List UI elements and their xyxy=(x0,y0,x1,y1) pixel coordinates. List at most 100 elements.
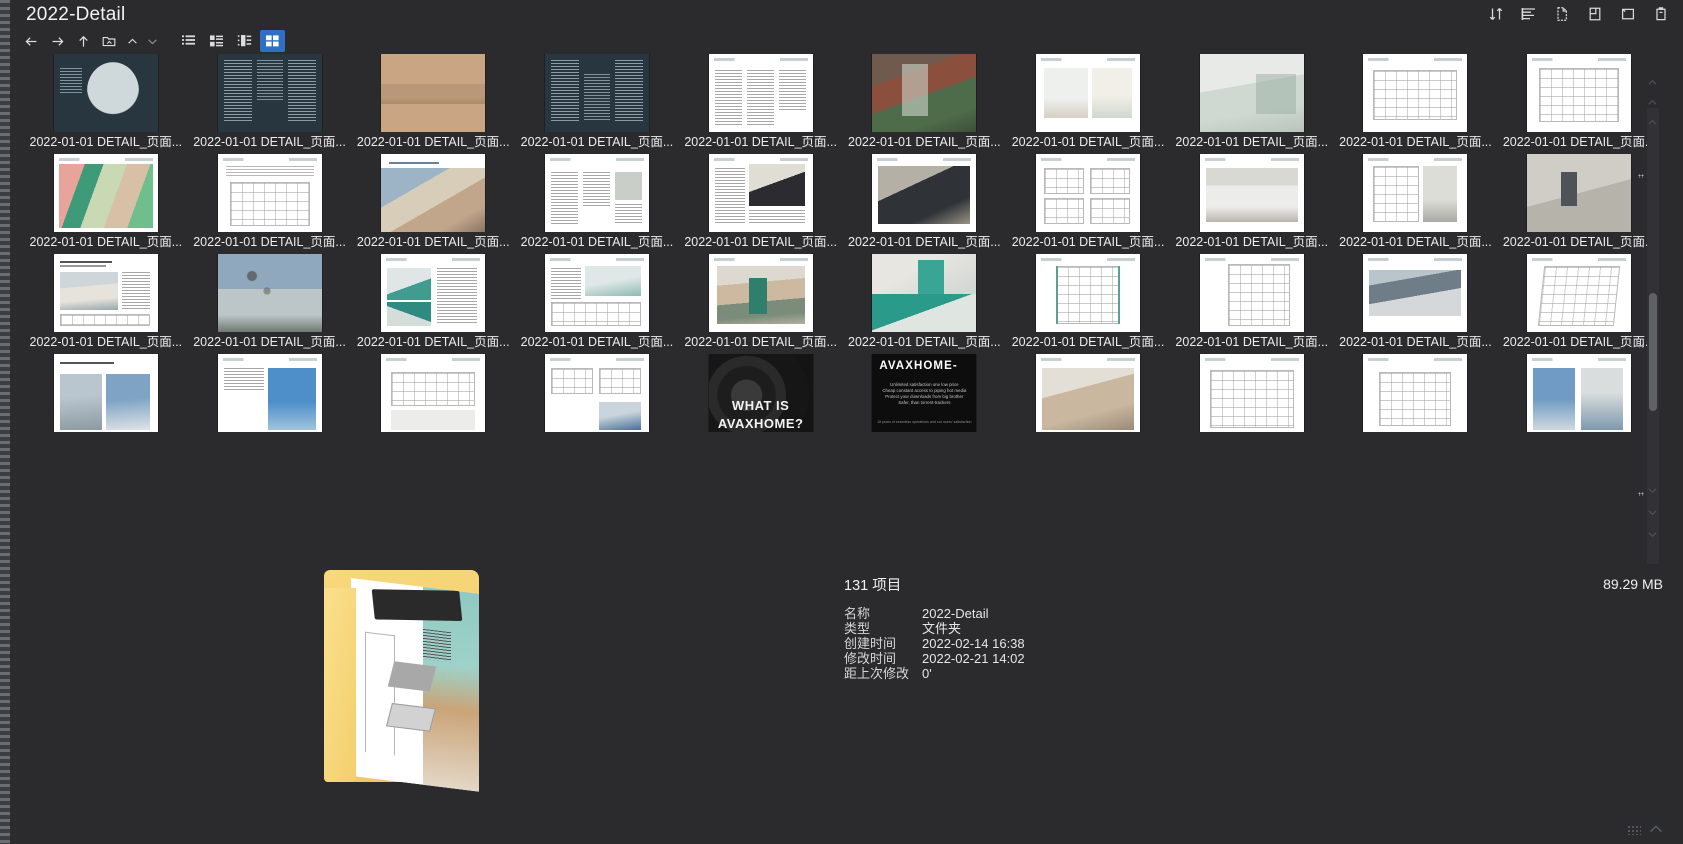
scroll-chevron-down-icon[interactable] xyxy=(1646,484,1658,496)
view-list[interactable] xyxy=(176,30,201,52)
view-details[interactable] xyxy=(204,30,229,52)
thumbnail: AVAXHOME- Unlimited satisfaction one low… xyxy=(842,354,1006,432)
file-item[interactable]: 2022-01-01 DETAIL_页面... xyxy=(842,54,1006,154)
file-label: 2022-01-01 DETAIL_页面... xyxy=(1339,135,1492,149)
thumbnail xyxy=(188,354,352,432)
file-item[interactable]: 2022-01-01 DETAIL_页面... xyxy=(1497,254,1661,354)
forward-button[interactable] xyxy=(44,30,70,52)
preview-pane-icon[interactable] xyxy=(1618,4,1638,24)
collapse-button[interactable] xyxy=(122,30,142,52)
file-item[interactable]: 2022-01-01 DETAIL_页面... xyxy=(1334,154,1498,254)
thumbnail xyxy=(1170,254,1334,332)
group-list-icon[interactable] xyxy=(1519,4,1539,24)
file-item[interactable]: 2022-01-01 DETAIL_页面... xyxy=(842,154,1006,254)
sort-icon[interactable] xyxy=(1486,4,1506,24)
file-label: 2022-01-01 DETAIL_页面... xyxy=(29,335,183,349)
thumbnail xyxy=(1170,154,1334,232)
file-item[interactable]: 2022-01-01 DETAIL_页面... xyxy=(1170,254,1334,354)
file-item[interactable]: 2022-01-01 DETAIL_页面... xyxy=(515,54,679,154)
file-item[interactable] xyxy=(1497,354,1661,454)
file-item[interactable]: WHAT IS AVAXHOME? xyxy=(679,354,843,454)
thumbnail xyxy=(1497,54,1661,132)
detail-value: 2022-Detail xyxy=(922,606,989,621)
scroll-chevron-up-icon[interactable] xyxy=(1646,96,1658,108)
view-tiles[interactable] xyxy=(232,30,257,52)
file-item[interactable]: 2022-01-01 DETAIL_页面... xyxy=(1006,254,1170,354)
file-item[interactable]: 2022-01-01 DETAIL_页面... xyxy=(188,54,352,154)
file-item[interactable]: 2022-01-01 DETAIL_页面... xyxy=(1170,54,1334,154)
file-item[interactable]: 2022-01-01 DETAIL_页面... xyxy=(351,154,515,254)
up-button[interactable] xyxy=(70,30,96,52)
file-item[interactable] xyxy=(24,354,188,454)
file-label: 2022-01-01 DETAIL_页面... xyxy=(1175,335,1329,349)
file-item[interactable]: 2022-01-01 DETAIL_页面... xyxy=(679,254,843,354)
thumbnail xyxy=(679,254,843,332)
thumbnail xyxy=(1170,54,1334,132)
file-label: 2022-01-01 DETAIL_页面... xyxy=(848,135,1001,149)
folder-preview[interactable] xyxy=(318,560,488,792)
thumbnail xyxy=(24,354,188,432)
scroll-chevron-down-icon[interactable] xyxy=(1646,506,1658,518)
avaxhome-banner-line: Safer, than torrent-trackers xyxy=(898,400,951,405)
file-item[interactable]: 2022-01-01 DETAIL_页面... xyxy=(679,54,843,154)
file-item[interactable]: 2022-01-01 DETAIL_页面... xyxy=(1170,154,1334,254)
thumbnail xyxy=(1006,154,1170,232)
file-item[interactable]: 2022-01-01 DETAIL_页面... xyxy=(1334,54,1498,154)
clipboard-icon[interactable] xyxy=(1651,4,1671,24)
file-item[interactable] xyxy=(515,354,679,454)
file-item[interactable] xyxy=(1006,354,1170,454)
file-item[interactable] xyxy=(1334,354,1498,454)
thumbnail xyxy=(515,254,679,332)
scrollbar-thumb[interactable] xyxy=(1649,293,1657,411)
file-label: 2022-01-01 DETAIL_页面... xyxy=(520,335,674,349)
recent-folders-button[interactable] xyxy=(96,30,122,52)
file-item[interactable]: 2022-01-01 DETAIL_页面... xyxy=(188,254,352,354)
file-item[interactable]: AVAXHOME- Unlimited satisfaction one low… xyxy=(842,354,1006,454)
detail-row-type: 类型 文件夹 xyxy=(844,621,1683,636)
file-item[interactable]: 2022-01-01 DETAIL_页面... xyxy=(1006,54,1170,154)
file-item[interactable]: 2022-01-01 DETAIL_页面... xyxy=(188,154,352,254)
detail-row-since-modified: 距上次修改 0' xyxy=(844,666,1683,681)
thumbnail xyxy=(1006,254,1170,332)
file-item[interactable]: 2022-01-01 DETAIL_页面... xyxy=(515,154,679,254)
open-in-window-icon[interactable] xyxy=(1585,4,1605,24)
scroll-chevron-up-icon[interactable] xyxy=(1646,76,1658,88)
avaxhome-what-is-line1: WHAT IS xyxy=(731,398,790,413)
file-item[interactable]: 2022-01-01 DETAIL_页面... xyxy=(351,54,515,154)
file-item[interactable]: 2022-01-01 DETAIL_页面... xyxy=(24,54,188,154)
file-label: 2022-01-01 DETAIL_页面... xyxy=(29,135,183,149)
detail-key: 距上次修改 xyxy=(844,666,910,681)
file-manager-window: 2022-Detail 2022-01-01 DETAIL_页面... 2022… xyxy=(0,0,1683,844)
new-file-icon[interactable] xyxy=(1552,4,1572,24)
file-label: 2022-01-01 DETAIL_页面... xyxy=(1175,135,1329,149)
file-item[interactable]: 2022-01-01 DETAIL_页面... xyxy=(842,254,1006,354)
file-item[interactable]: 2022-01-01 DETAIL_页面... xyxy=(1497,54,1661,154)
thumbnail xyxy=(188,154,352,232)
resize-grip[interactable] xyxy=(1627,825,1641,835)
file-label: 2022-01-01 DETAIL_页面... xyxy=(1502,135,1656,149)
detail-value: 2022-02-14 16:38 xyxy=(922,636,1025,651)
file-item[interactable]: 2022-01-01 DETAIL_页面... xyxy=(515,254,679,354)
expand-button[interactable] xyxy=(142,30,162,52)
file-item[interactable]: 2022-01-01 DETAIL_页面... xyxy=(351,254,515,354)
file-grid-area[interactable]: 2022-01-01 DETAIL_页面... 2022-01-01 DETAI… xyxy=(24,54,1661,564)
file-item[interactable]: 2022-01-01 DETAIL_页面... xyxy=(24,154,188,254)
view-thumbnails[interactable] xyxy=(260,30,285,52)
file-item[interactable]: 2022-01-01 DETAIL_页面... xyxy=(679,154,843,254)
scroll-chevron-up-icon[interactable] xyxy=(1646,116,1658,128)
file-item[interactable]: 2022-01-01 DETAIL_页面... xyxy=(1006,154,1170,254)
file-label: 2022-01-01 DETAIL_页面... xyxy=(1011,335,1165,349)
file-item[interactable] xyxy=(351,354,515,454)
detail-key: 创建时间 xyxy=(844,636,897,651)
file-item[interactable] xyxy=(1170,354,1334,454)
file-item[interactable] xyxy=(188,354,352,454)
scroll-chevron-down-icon[interactable] xyxy=(1646,528,1658,540)
file-item[interactable]: 2022-01-01 DETAIL_页面... xyxy=(1334,254,1498,354)
detail-value: 0' xyxy=(922,666,932,681)
file-label: 2022-01-01 DETAIL_页面... xyxy=(193,335,346,349)
thumbnail xyxy=(515,54,679,132)
corner-chevron-up-icon[interactable] xyxy=(1645,820,1667,838)
avaxhome-what-is-line2: AVAXHOME? xyxy=(717,416,804,431)
file-item[interactable]: 2022-01-01 DETAIL_页面... xyxy=(24,254,188,354)
file-item[interactable]: 2022-01-01 DETAIL_页面... xyxy=(1497,154,1661,254)
